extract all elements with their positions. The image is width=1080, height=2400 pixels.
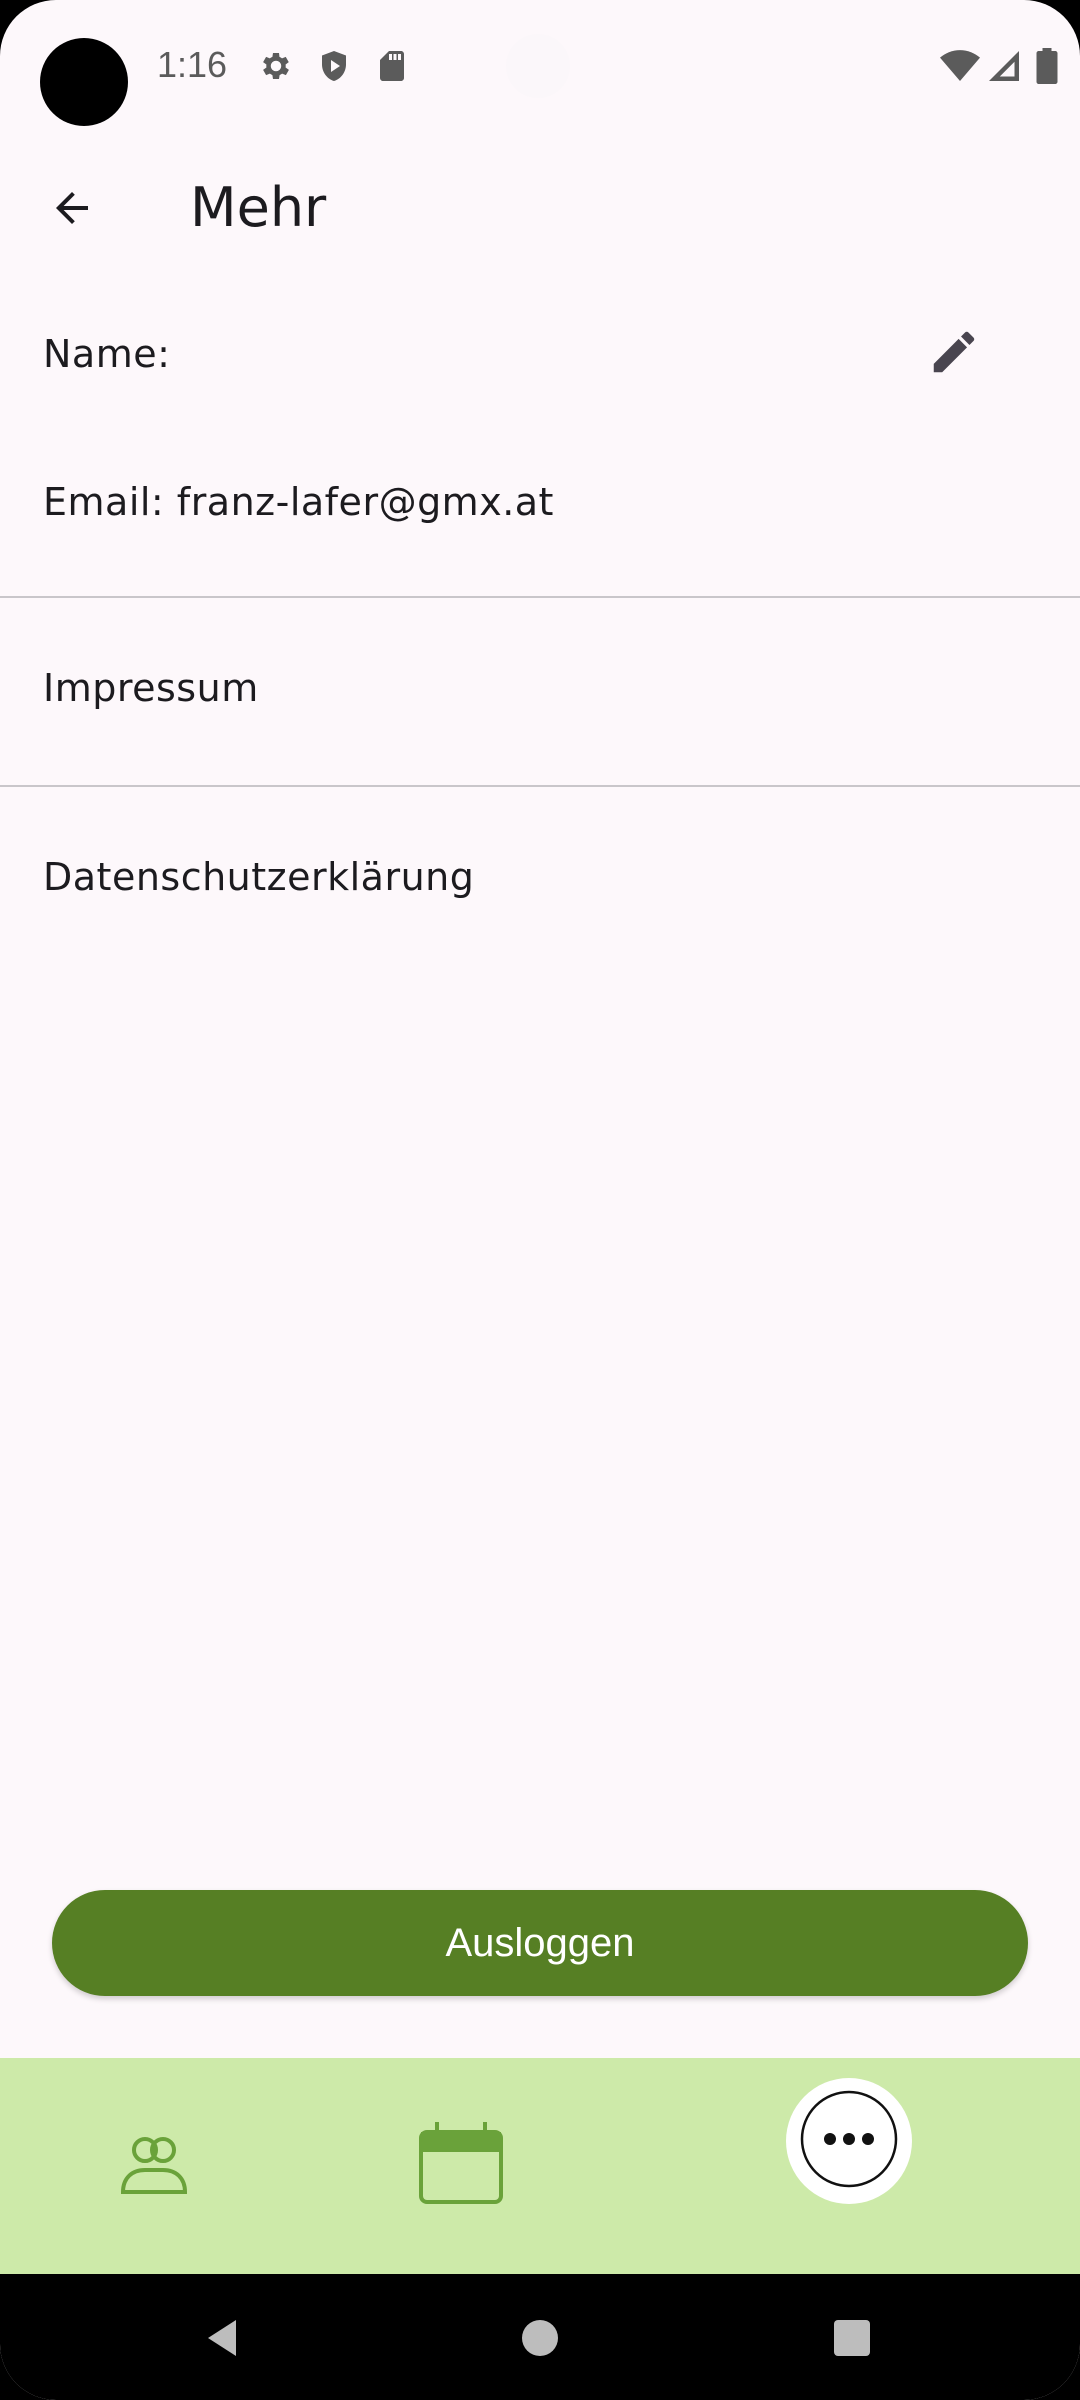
name-label: Name: xyxy=(43,332,171,376)
nav-item-calendar[interactable] xyxy=(414,2116,508,2214)
email-row: Email: franz-lafer@gmx.at xyxy=(0,450,1080,560)
nav-item-more[interactable] xyxy=(786,2078,912,2204)
front-sensor xyxy=(506,34,570,98)
system-back-icon[interactable] xyxy=(200,2314,248,2362)
bottom-navigation xyxy=(0,2058,1080,2274)
top-app-bar: Mehr xyxy=(0,150,1080,270)
privacy-policy-item[interactable]: Datenschutzerklärung xyxy=(0,787,1080,975)
status-bar: 1:16 xyxy=(0,0,1080,140)
impressum-item[interactable]: Impressum xyxy=(0,598,1080,786)
signal-icon xyxy=(986,48,1022,84)
arrow-back-icon xyxy=(48,184,96,236)
camera-cutout xyxy=(40,38,128,126)
wifi-icon xyxy=(940,48,980,84)
back-button[interactable] xyxy=(34,172,110,248)
nav-item-groups[interactable] xyxy=(104,2122,204,2212)
sd-card-icon xyxy=(374,48,410,84)
system-recents-icon[interactable] xyxy=(828,2314,876,2362)
privacy-policy-label: Datenschutzerklärung xyxy=(43,855,475,899)
edit-name-button[interactable] xyxy=(918,318,990,390)
calendar-icon xyxy=(418,2120,504,2210)
battery-icon xyxy=(1036,48,1060,84)
screen: 1:16 Mehr Name: Email: franz-lafer@gmx.a… xyxy=(0,0,1080,2400)
email-text: Email: franz-lafer@gmx.at xyxy=(43,480,554,524)
shield-play-icon xyxy=(316,48,352,84)
settings-icon xyxy=(258,48,294,84)
status-time: 1:16 xyxy=(157,44,228,85)
system-home-icon[interactable] xyxy=(516,2314,564,2362)
more-icon xyxy=(799,2089,899,2193)
system-navigation-bar xyxy=(0,2274,1080,2400)
logout-button[interactable]: Ausloggen xyxy=(52,1890,1028,1996)
page-title: Mehr xyxy=(190,176,327,239)
group-icon xyxy=(117,2130,191,2204)
impressum-label: Impressum xyxy=(43,666,259,710)
logout-label: Ausloggen xyxy=(445,1920,635,1965)
pencil-icon xyxy=(927,325,981,383)
